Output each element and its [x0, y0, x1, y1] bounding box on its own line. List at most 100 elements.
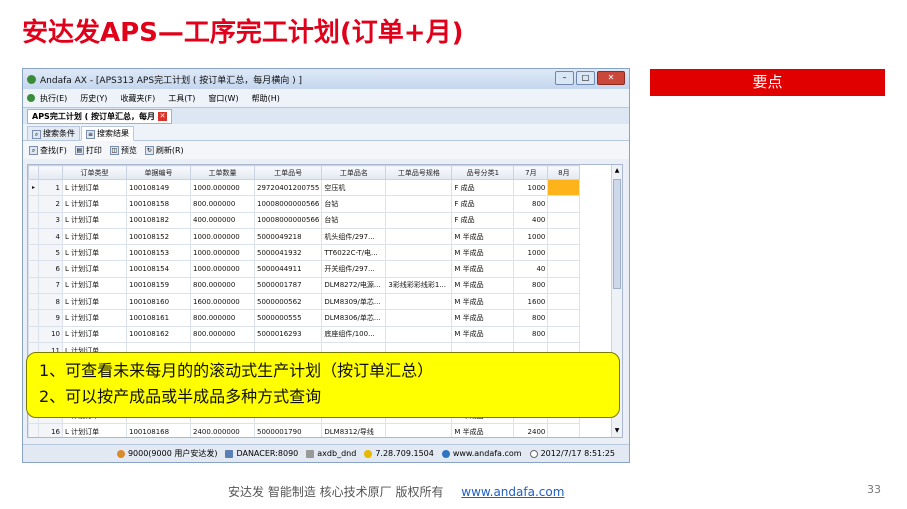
- tab-search-results[interactable]: ≡ 搜索结果: [81, 126, 134, 141]
- cell-august[interactable]: [547, 195, 581, 213]
- cell-july[interactable]: 1000: [513, 178, 549, 197]
- menu-history[interactable]: 历史(Y): [80, 93, 107, 104]
- cell-spec[interactable]: [385, 178, 453, 197]
- cell-doc-no[interactable]: 100108149: [126, 178, 191, 197]
- cell-spec[interactable]: [385, 260, 453, 278]
- table-row[interactable]: ▸ 1 L 计划订单 100108149 1000.000000 297204012007…: [28, 178, 581, 197]
- cell-part-no[interactable]: 10008000000566: [253, 195, 323, 213]
- header-part-no[interactable]: 工单品号: [253, 165, 323, 180]
- tab-search-conditions[interactable]: ⌕ 搜索条件: [27, 126, 80, 141]
- cell-doc-no[interactable]: 100108182: [126, 211, 191, 229]
- cell-july[interactable]: 800: [513, 309, 549, 327]
- cell-part-name[interactable]: 开关组件/297...: [321, 260, 387, 278]
- table-row[interactable]: 4L 计划订单 100108152 1000.000000 5000049218 机头组…: [28, 227, 581, 246]
- cell-spec[interactable]: [385, 211, 453, 229]
- cell-category[interactable]: M 半成品: [451, 293, 515, 311]
- footer-link[interactable]: www.andafa.com: [461, 485, 564, 499]
- cell-july[interactable]: 1600: [513, 293, 549, 311]
- menu-window[interactable]: 窗口(W): [208, 93, 238, 104]
- cell-category[interactable]: M 半成品: [451, 309, 515, 327]
- cell-spec[interactable]: [385, 227, 453, 246]
- scroll-up-icon[interactable]: ▲: [613, 166, 621, 176]
- cell-spec[interactable]: 3彩线彩彩线彩1...: [385, 276, 453, 295]
- find-button[interactable]: ⌕ 查找(F): [29, 145, 67, 156]
- cell-part-name[interactable]: 空压机: [321, 178, 387, 197]
- cell-part-no[interactable]: 5000000562: [253, 293, 323, 311]
- cell-july[interactable]: 400: [513, 211, 549, 229]
- cell-spec[interactable]: [385, 293, 453, 311]
- cell-part-name[interactable]: 底座组件/100...: [321, 325, 387, 343]
- cell-qty[interactable]: 1000.000000: [190, 260, 255, 278]
- cell-qty[interactable]: 1000.000000: [190, 244, 255, 262]
- cell-doc-no[interactable]: 100108161: [126, 309, 191, 327]
- cell-category[interactable]: M 半成品: [451, 260, 515, 278]
- print-button[interactable]: ▤ 打印: [74, 145, 102, 156]
- cell-july[interactable]: 1000: [513, 227, 549, 246]
- cell-part-name[interactable]: 台钻: [321, 195, 387, 213]
- header-august[interactable]: 8月: [547, 165, 581, 180]
- cell-spec[interactable]: [385, 325, 453, 343]
- cell-spec[interactable]: [385, 423, 453, 437]
- cell-doc-no[interactable]: 100108160: [126, 293, 191, 311]
- cell-spec[interactable]: [385, 309, 453, 327]
- cell-category[interactable]: M 半成品: [451, 325, 515, 343]
- cell-qty[interactable]: 1000.000000: [190, 227, 255, 246]
- minimize-button[interactable]: –: [555, 71, 574, 85]
- table-row[interactable]: 8L 计划订单 100108160 1600.000000 5000000562 DLM…: [28, 293, 581, 311]
- menu-help[interactable]: 帮助(H): [252, 93, 280, 104]
- cell-doc-no[interactable]: 100108152: [126, 227, 191, 246]
- table-row[interactable]: 10 L 计划订单 100108162 800.000000 5000016293 底座组…: [28, 325, 581, 343]
- cell-order-type[interactable]: L 计划订单: [62, 325, 127, 343]
- cell-category[interactable]: M 半成品: [451, 227, 515, 246]
- cell-qty[interactable]: 800.000000: [190, 309, 255, 327]
- cell-spec[interactable]: [385, 195, 453, 213]
- cell-august[interactable]: [547, 293, 581, 311]
- cell-order-type[interactable]: L 计划订单: [62, 293, 127, 311]
- cell-part-no[interactable]: 5000044911: [253, 260, 323, 278]
- cell-category[interactable]: F 成品: [451, 195, 515, 213]
- cell-august[interactable]: [547, 423, 581, 437]
- cell-part-no[interactable]: 29720401200755: [253, 178, 323, 197]
- header-spec[interactable]: 工单品号规格: [385, 165, 453, 180]
- cell-order-type[interactable]: L 计划订单: [62, 211, 127, 229]
- cell-july[interactable]: 800: [513, 276, 549, 295]
- cell-part-no[interactable]: 10008000000566: [253, 211, 323, 229]
- cell-july[interactable]: 40: [513, 260, 549, 278]
- cell-order-type[interactable]: L 计划订单: [62, 423, 127, 437]
- cell-part-name[interactable]: DLM8312/导线: [321, 423, 387, 437]
- cell-order-type[interactable]: L 计划订单: [62, 309, 127, 327]
- cell-august[interactable]: [547, 276, 581, 295]
- cell-part-name[interactable]: DLM8272/电源...: [321, 276, 387, 295]
- cell-category[interactable]: M 半成品: [451, 423, 515, 437]
- cell-august[interactable]: [547, 178, 581, 197]
- cell-part-no[interactable]: 5000001790: [253, 423, 323, 437]
- cell-august[interactable]: [547, 309, 581, 327]
- cell-qty[interactable]: 800.000000: [190, 195, 255, 213]
- cell-category[interactable]: M 半成品: [451, 244, 515, 262]
- cell-part-name[interactable]: TT6022C-T/电...: [321, 244, 387, 262]
- cell-qty[interactable]: 2400.000000: [190, 423, 255, 437]
- header-qty[interactable]: 工单数量: [190, 165, 255, 180]
- cell-part-no[interactable]: 5000049218: [253, 227, 323, 246]
- cell-order-type[interactable]: L 计划订单: [62, 244, 127, 262]
- maximize-button[interactable]: □: [576, 71, 595, 85]
- cell-order-type[interactable]: L 计划订单: [62, 260, 127, 278]
- cell-part-name[interactable]: 机头组件/297...: [321, 227, 387, 246]
- cell-doc-no[interactable]: 100108159: [126, 276, 191, 295]
- cell-category[interactable]: M 半成品: [451, 276, 515, 295]
- header-part-name[interactable]: 工单品名: [321, 165, 387, 180]
- cell-category[interactable]: F 成品: [451, 178, 515, 197]
- close-tab-icon[interactable]: ✕: [158, 112, 168, 121]
- header-order-type[interactable]: 订单类型: [62, 165, 127, 180]
- cell-order-type[interactable]: L 计划订单: [62, 227, 127, 246]
- cell-doc-no[interactable]: 100108158: [126, 195, 191, 213]
- cell-part-no[interactable]: 5000016293: [253, 325, 323, 343]
- close-button[interactable]: ✕: [597, 71, 625, 85]
- preview-button[interactable]: ◫ 预览: [109, 145, 137, 156]
- cell-qty[interactable]: 800.000000: [190, 325, 255, 343]
- menu-execute[interactable]: 执行(E): [40, 93, 67, 104]
- cell-qty[interactable]: 800.000000: [190, 276, 255, 295]
- scroll-down-icon[interactable]: ▼: [613, 426, 621, 436]
- cell-doc-no[interactable]: 100108153: [126, 244, 191, 262]
- cell-order-type[interactable]: L 计划订单: [62, 276, 127, 295]
